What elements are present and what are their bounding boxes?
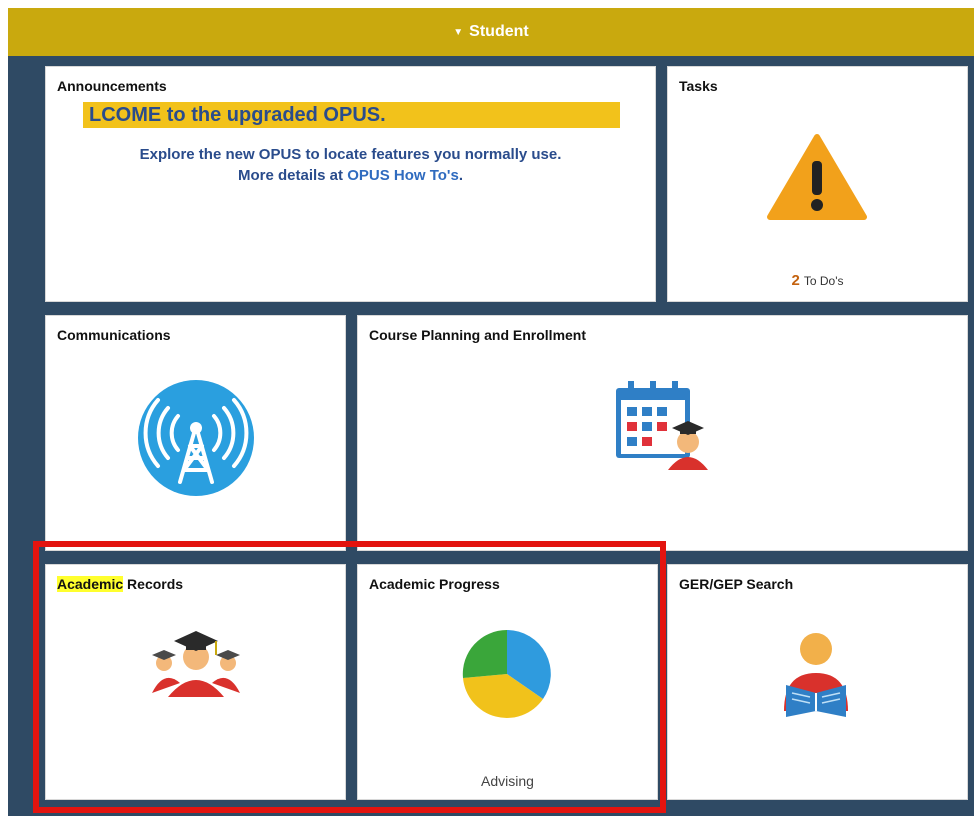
calendar-graduate-icon	[616, 381, 708, 470]
advising-label: Advising	[481, 773, 534, 789]
tile-title: Course Planning and Enrollment	[369, 327, 587, 343]
todo-number: 2	[791, 272, 800, 289]
announcements-tile[interactable]: Announcements LCOME to the upgraded OPUS…	[45, 66, 656, 302]
student-header-bar[interactable]: ▼ Student	[8, 8, 974, 56]
tile-title: Announcements	[57, 78, 167, 94]
title-rest: Records	[123, 576, 184, 592]
details-prefix: More details at	[237, 167, 348, 184]
details-suffix: .	[458, 167, 463, 184]
announcement-text: Explore the new OPUS to locate features …	[139, 146, 562, 163]
academic-progress-tile[interactable]: Academic Progress Advising	[357, 564, 658, 800]
academic-records-tile[interactable]: Academic Records	[45, 564, 346, 800]
announcement-details: More details at OPUS How To's.	[46, 167, 655, 184]
tile-title: Communications	[57, 327, 171, 343]
ger-gep-search-tile[interactable]: GER/GEP Search	[667, 564, 968, 800]
graduates-icon	[152, 631, 240, 697]
tasks-tile[interactable]: Tasks 2 To Do's	[667, 66, 968, 302]
tile-title: Academic Progress	[369, 576, 500, 592]
tile-title: Tasks	[679, 78, 718, 94]
communications-tile[interactable]: Communications	[45, 315, 346, 551]
broadcast-tower-icon	[138, 380, 254, 496]
reader-icon	[784, 633, 848, 717]
header-title: Student	[469, 23, 529, 40]
pie-chart-icon	[462, 629, 551, 718]
announcement-headline: LCOME to the upgraded OPUS.	[83, 102, 620, 128]
course-planning-tile[interactable]: Course Planning and Enrollment	[357, 315, 968, 551]
caret-down-icon: ▼	[453, 26, 464, 38]
tile-title: GER/GEP Search	[679, 576, 794, 592]
title-highlight: Academic	[57, 576, 124, 592]
todo-count: 2 To Do's	[668, 272, 967, 289]
warning-icon	[767, 134, 867, 220]
opus-how-to-link[interactable]: OPUS How To's	[347, 167, 459, 184]
tile-title: Academic Records	[57, 576, 183, 592]
todo-label: To Do's	[803, 274, 844, 288]
